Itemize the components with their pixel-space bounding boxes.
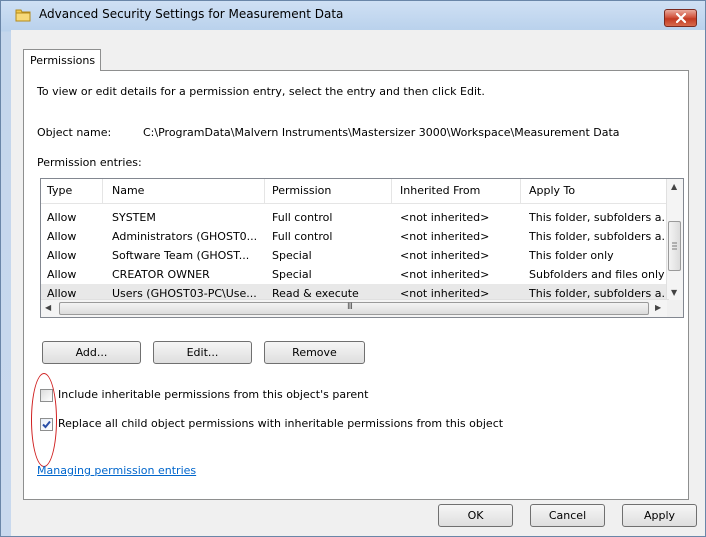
- table-row[interactable]: Allow Software Team (GHOST... Special <n…: [41, 246, 669, 265]
- close-button[interactable]: [664, 9, 697, 27]
- cell-inherited-from: <not inherited>: [400, 268, 490, 281]
- tab-permissions[interactable]: Permissions: [23, 49, 101, 71]
- description-text: To view or edit details for a permission…: [37, 85, 485, 98]
- grip-icon: [672, 242, 677, 250]
- permission-entries-list[interactable]: Type Name Permission Inherited From Appl…: [40, 178, 684, 318]
- scroll-up-arrow-icon[interactable]: ▲: [671, 182, 677, 191]
- cell-permission: Special: [272, 249, 312, 262]
- apply-button[interactable]: Apply: [622, 504, 697, 527]
- scrollbar-corner: [667, 300, 683, 317]
- folder-icon: [15, 9, 31, 22]
- object-name-label: Object name:: [37, 126, 112, 139]
- include-inheritable-label[interactable]: Include inheritable permissions from thi…: [58, 388, 368, 401]
- cell-inherited-from: <not inherited>: [400, 230, 490, 243]
- close-icon: [676, 13, 686, 23]
- cell-apply-to: This folder only: [529, 249, 614, 262]
- vertical-scroll-thumb[interactable]: [668, 221, 681, 271]
- vertical-scrollbar[interactable]: ▲ ▼: [666, 179, 683, 301]
- tab-permissions-label: Permissions: [30, 54, 96, 67]
- cell-type: Allow: [47, 230, 77, 243]
- cell-type: Allow: [47, 211, 77, 224]
- cell-name: Software Team (GHOST...: [112, 249, 250, 262]
- replace-child-permissions-label[interactable]: Replace all child object permissions wit…: [58, 417, 503, 430]
- cell-apply-to: This folder, subfolders a...: [529, 211, 669, 224]
- dialog-window: Advanced Security Settings for Measureme…: [0, 0, 706, 537]
- column-separator[interactable]: [520, 179, 521, 203]
- list-header: Type Name Permission Inherited From Appl…: [41, 179, 669, 204]
- table-row[interactable]: Allow CREATOR OWNER Special <not inherit…: [41, 265, 669, 284]
- horizontal-scrollbar[interactable]: ◀ III ▶: [41, 299, 669, 317]
- cell-name: Administrators (GHOST0...: [112, 230, 258, 243]
- managing-permission-entries-link[interactable]: Managing permission entries: [37, 464, 196, 477]
- cell-name: CREATOR OWNER: [112, 268, 210, 281]
- cell-apply-to: This folder, subfolders a...: [529, 230, 669, 243]
- remove-button[interactable]: Remove: [264, 341, 365, 364]
- column-header-inherited-from[interactable]: Inherited From: [400, 184, 480, 197]
- red-annotation-ellipse: [31, 373, 57, 467]
- cancel-button[interactable]: Cancel: [530, 504, 605, 527]
- window-title: Advanced Security Settings for Measureme…: [39, 7, 344, 21]
- permission-entries-label: Permission entries:: [37, 156, 142, 169]
- title-bar[interactable]: Advanced Security Settings for Measureme…: [1, 1, 705, 29]
- cell-type: Allow: [47, 268, 77, 281]
- column-header-name[interactable]: Name: [112, 184, 144, 197]
- table-row[interactable]: Allow SYSTEM Full control <not inherited…: [41, 208, 669, 227]
- column-header-permission[interactable]: Permission: [272, 184, 331, 197]
- horizontal-scroll-thumb[interactable]: III: [59, 302, 649, 315]
- cell-permission: Full control: [272, 230, 333, 243]
- cell-type: Allow: [47, 249, 77, 262]
- column-header-type[interactable]: Type: [47, 184, 72, 197]
- object-name-value: C:\ProgramData\Malvern Instruments\Maste…: [143, 126, 620, 139]
- ok-button[interactable]: OK: [438, 504, 513, 527]
- cell-apply-to: Subfolders and files only: [529, 268, 665, 281]
- add-button[interactable]: Add...: [42, 341, 141, 364]
- scroll-right-arrow-icon[interactable]: ▶: [655, 303, 661, 312]
- column-separator[interactable]: [102, 179, 103, 203]
- cell-permission: Full control: [272, 211, 333, 224]
- column-header-apply-to[interactable]: Apply To: [529, 184, 575, 197]
- column-separator[interactable]: [264, 179, 265, 203]
- edit-button[interactable]: Edit...: [153, 341, 252, 364]
- cell-name: SYSTEM: [112, 211, 156, 224]
- scroll-left-arrow-icon[interactable]: ◀: [45, 303, 51, 312]
- column-separator[interactable]: [391, 179, 392, 203]
- cell-permission: Special: [272, 268, 312, 281]
- table-row[interactable]: Allow Administrators (GHOST0... Full con…: [41, 227, 669, 246]
- cell-inherited-from: <not inherited>: [400, 249, 490, 262]
- scroll-grip-glyph: III: [347, 302, 353, 312]
- dialog-client: Permissions To view or edit details for …: [11, 30, 705, 536]
- scroll-down-arrow-icon[interactable]: ▼: [671, 288, 677, 297]
- cell-inherited-from: <not inherited>: [400, 211, 490, 224]
